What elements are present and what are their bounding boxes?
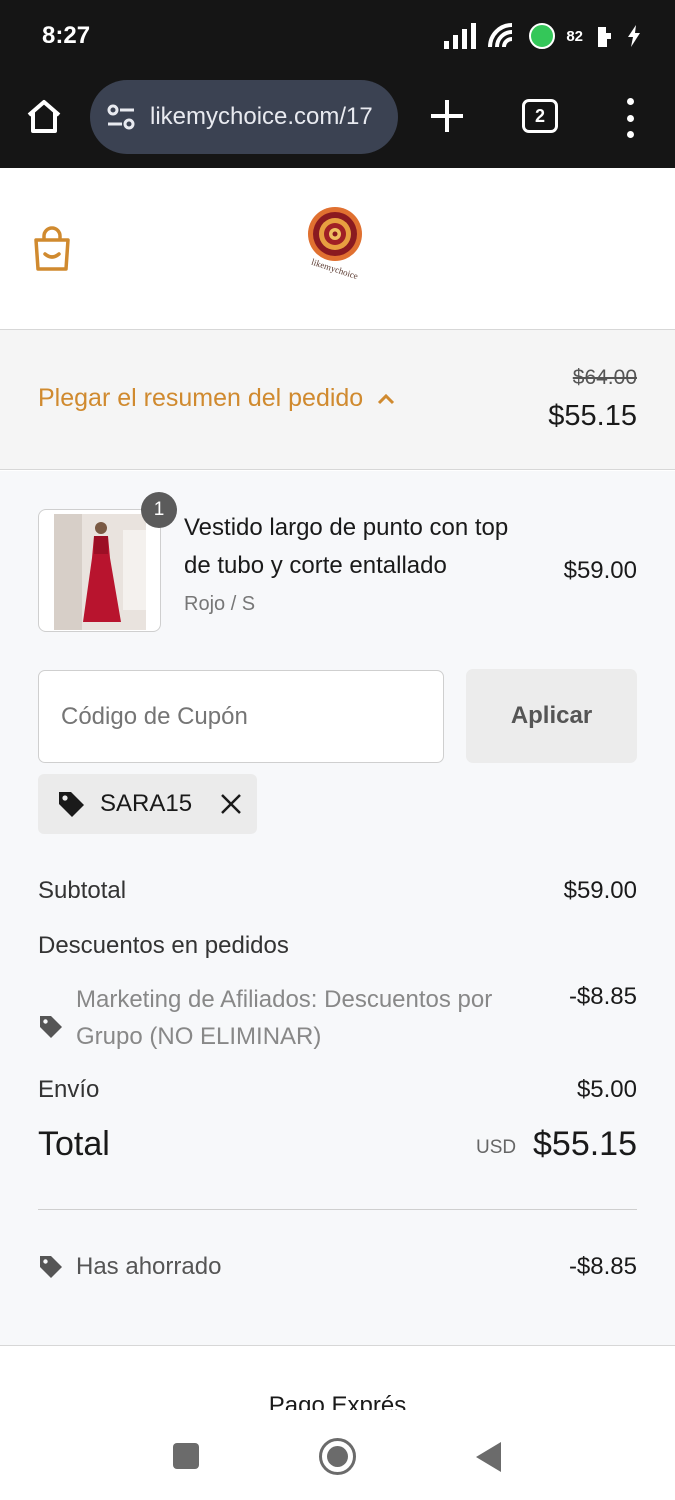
original-total: $64.00 bbox=[572, 366, 637, 389]
subtotal-value: $59.00 bbox=[563, 877, 637, 904]
status-icons: 82 bbox=[444, 22, 641, 50]
system-home-button[interactable] bbox=[319, 1438, 356, 1475]
mandala-logo-icon: likemychoice bbox=[308, 207, 362, 281]
menu-dot bbox=[626, 98, 634, 105]
applied-code-label: SARA15 bbox=[100, 790, 193, 817]
total-value: $55.15 bbox=[533, 1125, 637, 1163]
browser-chrome: 8:27 82 likemychoice.com/17 2 bbox=[0, 0, 675, 168]
total-currency: USD bbox=[476, 1137, 517, 1158]
express-checkout-heading: Pago Exprés bbox=[268, 1392, 407, 1410]
shipping-value: $5.00 bbox=[576, 1076, 637, 1103]
browser-home-button[interactable] bbox=[22, 94, 66, 138]
url-text: likemychoice.com/17 bbox=[150, 103, 373, 130]
tag-icon bbox=[40, 1256, 62, 1278]
home-icon bbox=[27, 100, 61, 133]
plus-icon bbox=[431, 100, 463, 132]
product-variant: Rojo / S bbox=[184, 593, 256, 615]
menu-dot bbox=[626, 114, 634, 122]
product-price: $59.00 bbox=[563, 557, 637, 584]
notification-icon bbox=[598, 27, 611, 47]
wifi-icon bbox=[488, 23, 513, 48]
order-summary-toggle[interactable]: Plegar el resumen del pedido $64.00 $55.… bbox=[0, 330, 675, 470]
dress-photo-icon bbox=[54, 514, 146, 630]
quantity-badge: 1 bbox=[141, 492, 177, 528]
home-dot bbox=[327, 1446, 348, 1467]
back-button[interactable] bbox=[476, 1442, 501, 1472]
site-settings-icon bbox=[107, 104, 135, 130]
coupon-code-input[interactable] bbox=[38, 670, 444, 763]
menu-dot bbox=[626, 131, 634, 138]
tag-icon bbox=[59, 792, 84, 817]
affiliate-discount-value: -$8.85 bbox=[568, 983, 637, 1010]
status-time: 8:27 bbox=[42, 22, 91, 49]
recents-button[interactable] bbox=[173, 1443, 199, 1469]
total-label: Total bbox=[38, 1125, 110, 1163]
system-navigation-bar bbox=[0, 1410, 675, 1500]
shipping-label: Envío bbox=[38, 1076, 100, 1103]
active-call-icon bbox=[529, 23, 556, 49]
tag-icon bbox=[40, 1016, 62, 1038]
affiliate-discount-label: Marketing de Afiliados: Descuentos por G… bbox=[76, 986, 493, 1050]
charging-icon bbox=[628, 25, 640, 47]
address-bar[interactable]: likemychoice.com/17 bbox=[90, 80, 398, 154]
apply-coupon-button[interactable]: Aplicar bbox=[466, 669, 637, 763]
battery-level: 82 bbox=[566, 27, 583, 45]
cart-button[interactable] bbox=[32, 226, 72, 277]
shopping-bag-icon bbox=[34, 226, 70, 271]
chevron-up-icon bbox=[378, 393, 395, 404]
order-discounts-row: Descuentos en pedidos bbox=[38, 932, 637, 960]
applied-discount-chip: SARA15 bbox=[38, 774, 257, 834]
store-logo[interactable]: likemychoice bbox=[300, 204, 370, 284]
signal-icon bbox=[444, 23, 477, 49]
subtotal-label: Subtotal bbox=[38, 877, 127, 904]
shipping-row: Envío $5.00 bbox=[38, 1076, 637, 1104]
store-header: likemychoice bbox=[0, 168, 675, 330]
subtotal-row: Subtotal $59.00 bbox=[38, 877, 637, 905]
remove-discount-icon[interactable] bbox=[220, 793, 242, 815]
collapse-summary-link[interactable]: Plegar el resumen del pedido bbox=[38, 384, 395, 413]
new-tab-button[interactable] bbox=[428, 97, 466, 135]
order-discounts-label: Descuentos en pedidos bbox=[38, 932, 289, 959]
order-summary-panel: 1 Vestido largo de punto con top de tubo… bbox=[0, 471, 675, 1346]
divider bbox=[38, 1209, 637, 1210]
summary-total: $55.15 bbox=[548, 400, 637, 432]
savings-row: Has ahorrado -$8.85 bbox=[38, 1253, 637, 1281]
savings-label: Has ahorrado bbox=[76, 1253, 222, 1280]
browser-menu-button[interactable] bbox=[618, 98, 642, 138]
collapse-summary-label: Plegar el resumen del pedido bbox=[38, 384, 364, 412]
savings-value: -$8.85 bbox=[568, 1253, 637, 1280]
product-image bbox=[38, 509, 161, 632]
tab-switcher-button[interactable]: 2 bbox=[522, 99, 558, 133]
product-name: Vestido largo de punto con top de tubo y… bbox=[184, 514, 509, 579]
